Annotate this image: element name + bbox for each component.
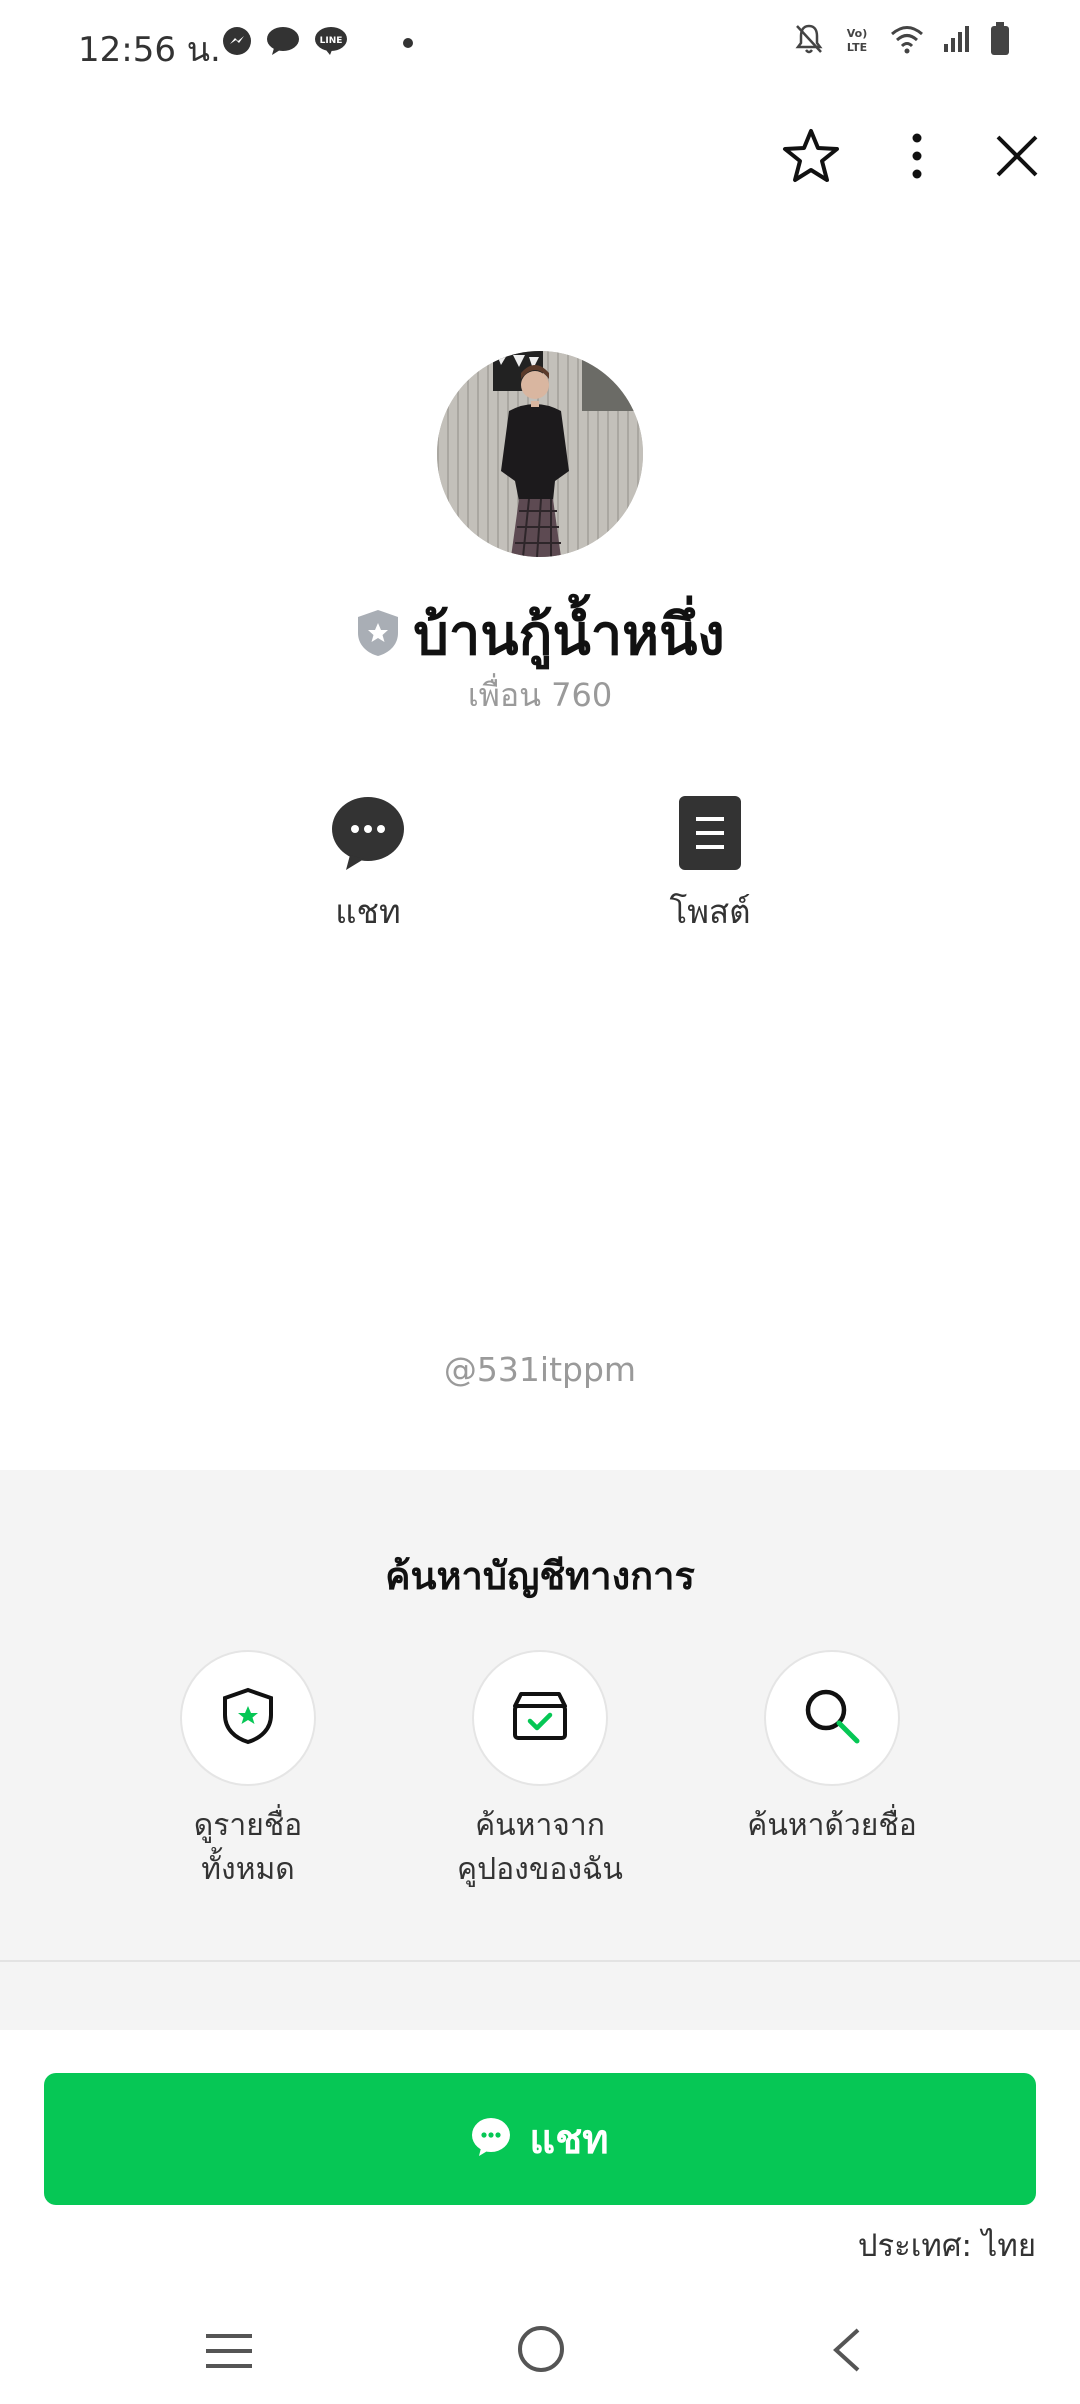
name-search-label: ค้นหาด้วยชื่อ: [747, 1804, 916, 1848]
view-all-label-line1: ดูรายชื่อ: [193, 1808, 303, 1843]
messenger-icon: [222, 26, 252, 60]
volte-icon: Vo) LTE: [842, 23, 872, 59]
coupon-search-label-line1: ค้นหาจาก: [475, 1808, 605, 1843]
chat-action[interactable]: แชท: [258, 795, 478, 938]
verified-shield-icon: [355, 608, 401, 662]
chat-bubble-icon: [266, 26, 300, 60]
more-vertical-icon[interactable]: [910, 132, 924, 180]
section-divider: [0, 1960, 1080, 1962]
coupon-search-button[interactable]: ค้นหาจาก คูปองของฉัน: [410, 1650, 670, 1892]
dot-icon: [402, 34, 414, 53]
profile-name: บ้านกู้น้ำหนึ่ง: [413, 603, 725, 668]
search-icon: [802, 1686, 862, 1750]
status-bar: 12:56 น. LINE Vo) LTE: [0, 0, 1080, 90]
chat-action-label: แชท: [335, 892, 401, 931]
post-action[interactable]: โพสต์: [600, 795, 820, 938]
view-all-label: ดูรายชื่อ ทั้งหมด: [194, 1804, 302, 1892]
system-nav-bar: [0, 2300, 1080, 2404]
coupon-box-icon: [511, 1690, 569, 1746]
system-icons: Vo) LTE: [794, 22, 1010, 60]
svg-text:LINE: LINE: [320, 36, 343, 46]
line-icon: LINE: [314, 26, 348, 60]
chat-icon: [471, 2117, 511, 2161]
avatar[interactable]: [437, 351, 643, 557]
account-handle: @531itppm: [443, 1350, 637, 1389]
name-search-label-line1: ค้นหาด้วยชื่อ: [747, 1808, 917, 1843]
svg-text:LTE: LTE: [847, 41, 867, 54]
top-actions: [782, 128, 1040, 184]
name-search-circle: [764, 1650, 900, 1786]
country-label: ประเทศ: ไทย: [857, 2228, 1036, 2264]
notification-icons: LINE: [222, 26, 414, 60]
view-all-circle: [180, 1650, 316, 1786]
profile-name-row: บ้านกู้น้ำหนึ่ง: [0, 590, 1080, 679]
view-all-button[interactable]: ดูรายชื่อ ทั้งหมด: [118, 1650, 378, 1892]
coupon-search-circle: [472, 1650, 608, 1786]
battery-icon: [990, 22, 1010, 60]
shield-star-icon: [221, 1687, 275, 1749]
recent-apps-icon[interactable]: [204, 2330, 254, 2376]
signal-icon: [942, 24, 972, 58]
official-search-title: ค้นหาบัญชีทางการ: [385, 1554, 695, 1598]
home-icon[interactable]: [516, 2324, 566, 2378]
chat-icon: [330, 797, 406, 875]
bell-off-icon: [794, 23, 824, 59]
name-search-button[interactable]: ค้นหาด้วยชื่อ: [702, 1650, 962, 1848]
post-icon: [678, 796, 742, 875]
view-all-label-line2: ทั้งหมด: [201, 1852, 295, 1887]
chat-cta-button[interactable]: แชท: [44, 2073, 1036, 2205]
back-icon[interactable]: [830, 2326, 862, 2378]
star-icon[interactable]: [782, 128, 840, 184]
coupon-search-label: ค้นหาจาก คูปองของฉัน: [457, 1804, 623, 1892]
svg-text:Vo): Vo): [847, 27, 868, 40]
status-time: 12:56 น.: [78, 30, 221, 70]
friends-count: เพื่อน 760: [467, 676, 613, 714]
coupon-search-label-line2: คูปองของฉัน: [457, 1852, 623, 1887]
close-icon[interactable]: [994, 133, 1040, 179]
chat-cta-label: แชท: [529, 2117, 609, 2163]
wifi-icon: [890, 24, 924, 58]
post-action-label: โพสต์: [669, 892, 751, 931]
